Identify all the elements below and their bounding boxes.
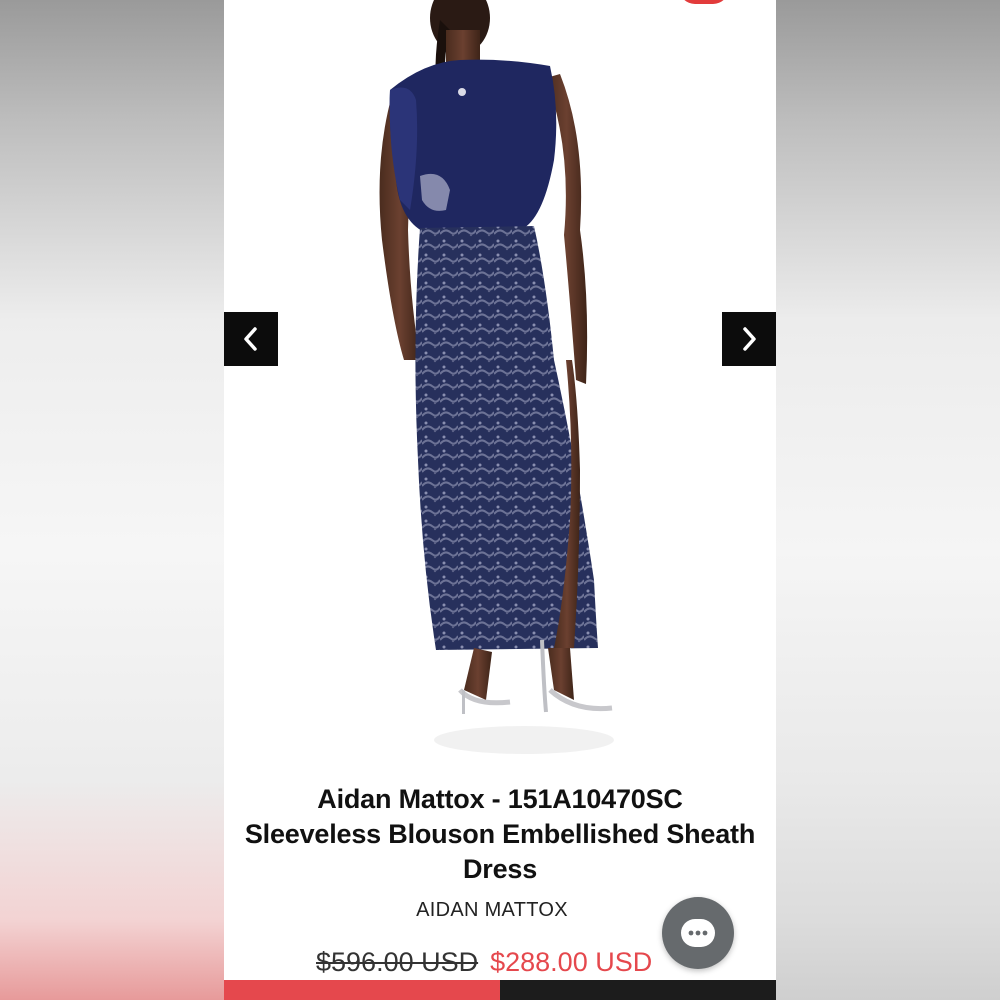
add-to-cart-bar[interactable] — [224, 980, 500, 1000]
chat-bubble-icon — [681, 919, 715, 947]
chevron-right-icon — [743, 327, 756, 351]
product-title-line: Sleeveless Blouson Embellished Sheath — [244, 819, 756, 849]
price-row: $596.00 USD $288.00 USD — [316, 942, 652, 982]
sale-price: $288.00 USD — [490, 946, 653, 977]
background-right — [776, 0, 1000, 1000]
product-title-line: Aidan Mattox - 151A10470SC — [317, 784, 683, 814]
chevron-left-icon — [244, 327, 257, 351]
product-title: Aidan Mattox - 151A10470SC Sleeveless Bl… — [244, 782, 756, 887]
product-image — [379, 0, 614, 754]
product-title-line: Dress — [462, 854, 538, 884]
product-page: Aidan Mattox - 151A10470SC Sleeveless Bl… — [224, 0, 776, 1000]
gallery-next-button[interactable] — [722, 312, 776, 366]
background-left — [0, 0, 224, 1000]
chat-button[interactable] — [662, 897, 734, 969]
gallery-prev-button[interactable] — [224, 312, 278, 366]
buy-now-bar[interactable] — [500, 980, 776, 1000]
compare-price: $596.00 USD — [316, 946, 479, 977]
